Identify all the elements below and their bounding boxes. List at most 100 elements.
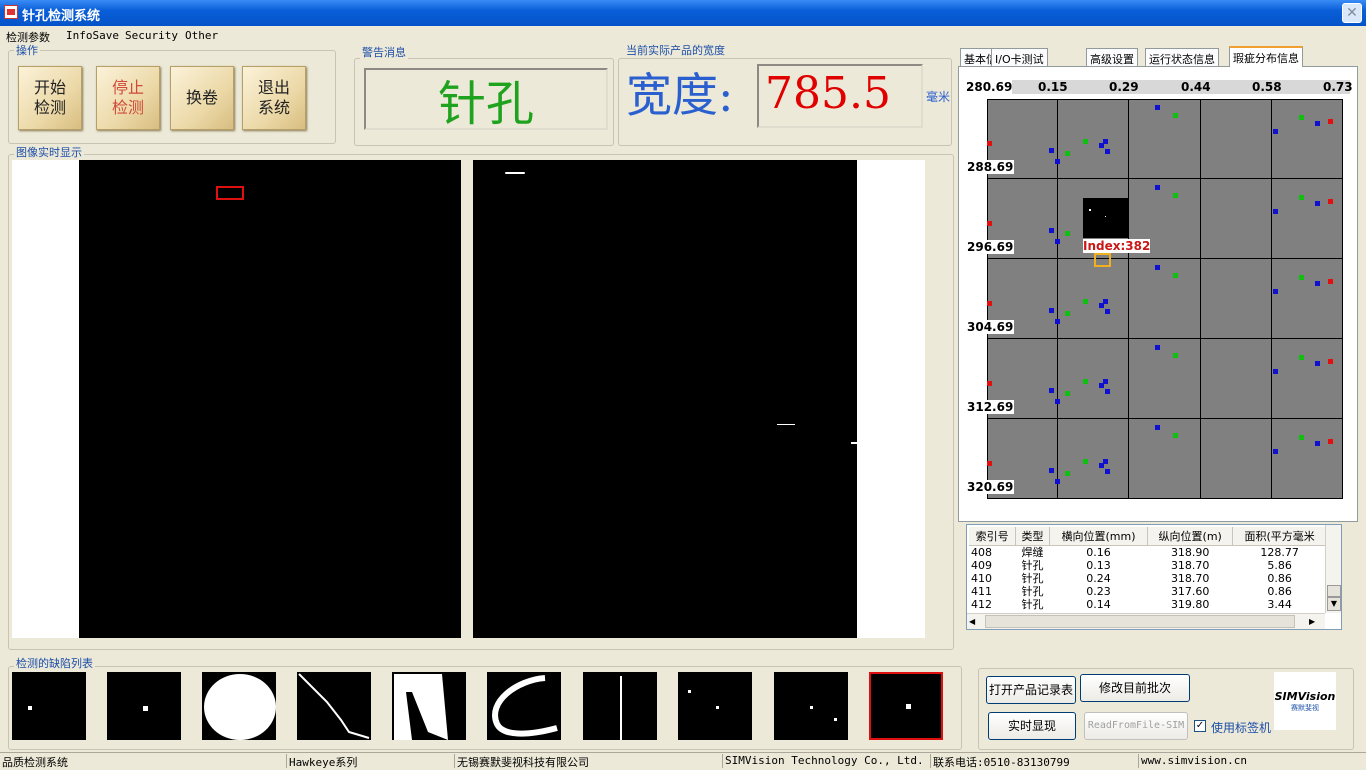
defect-point[interactable] (1173, 353, 1178, 358)
read-from-file-button[interactable]: ReadFromFile-SIM (1084, 712, 1188, 740)
defect-point[interactable] (1299, 435, 1304, 440)
defect-point[interactable] (1155, 185, 1160, 190)
tab-defect-distribution[interactable]: 瑕疵分布信息 (1229, 46, 1303, 67)
start-detect-button[interactable]: 开始 检测 (18, 66, 82, 130)
table-header-cell[interactable]: 横向位置(mm) (1049, 527, 1149, 546)
open-records-button[interactable]: 打开产品记录表 (986, 676, 1076, 704)
defect-point[interactable] (1055, 319, 1060, 324)
defect-thumb-5[interactable] (392, 672, 466, 740)
defect-point[interactable] (1173, 113, 1178, 118)
defect-point[interactable] (1065, 391, 1070, 396)
menu-security[interactable]: Security (125, 29, 178, 42)
defect-thumb-10[interactable] (869, 672, 943, 740)
defect-point[interactable] (1105, 309, 1110, 314)
table-header-cell[interactable]: 纵向位置(m) (1147, 527, 1234, 546)
horizontal-scrollbar[interactable]: ◀ ▶ (967, 613, 1325, 629)
defect-point[interactable] (1049, 388, 1054, 393)
defect-point[interactable] (1055, 159, 1060, 164)
defect-point[interactable] (1049, 228, 1054, 233)
defect-point[interactable] (1105, 149, 1110, 154)
exit-system-button[interactable]: 退出 系统 (242, 66, 306, 130)
defect-point[interactable] (1103, 139, 1108, 144)
table-header-cell[interactable]: 类型 (1015, 527, 1050, 546)
defect-thumb-8[interactable] (678, 672, 752, 740)
defect-point[interactable] (1103, 299, 1108, 304)
menu-other[interactable]: Other (185, 29, 218, 42)
stop-detect-button[interactable]: 停止 检测 (96, 66, 160, 130)
defect-point[interactable] (1049, 468, 1054, 473)
defect-thumb-6[interactable] (487, 672, 561, 740)
defect-point[interactable] (1155, 105, 1160, 110)
modify-batch-button[interactable]: 修改目前批次 (1080, 674, 1190, 702)
defect-point[interactable] (1049, 308, 1054, 313)
use-label-checkbox[interactable]: ✓ (1194, 720, 1206, 732)
scroll-down-arrow[interactable]: ▼ (1327, 597, 1341, 611)
defect-point[interactable] (1105, 389, 1110, 394)
defect-point[interactable] (1273, 449, 1278, 454)
scroll-left-arrow[interactable]: ◀ (969, 615, 983, 628)
defect-point[interactable] (987, 221, 992, 226)
defect-point[interactable] (1155, 425, 1160, 430)
defect-point[interactable] (1105, 469, 1110, 474)
defect-point[interactable] (1328, 119, 1333, 124)
defect-point[interactable] (1065, 311, 1070, 316)
defect-thumb-9[interactable] (774, 672, 848, 740)
defect-point[interactable] (1083, 139, 1088, 144)
defect-point[interactable] (1299, 115, 1304, 120)
scroll-thumb[interactable] (1327, 585, 1341, 597)
defect-point[interactable] (1273, 289, 1278, 294)
defect-point[interactable] (987, 301, 992, 306)
defect-point[interactable] (1173, 193, 1178, 198)
defect-thumb-7[interactable] (583, 672, 657, 740)
defect-thumb-4[interactable] (297, 672, 371, 740)
defect-point[interactable] (1103, 459, 1108, 464)
defect-point[interactable] (1315, 121, 1320, 126)
defect-point[interactable] (987, 381, 992, 386)
table-row[interactable]: 411 针孔 0.23 317.60 0.86 (969, 585, 1327, 598)
defect-point[interactable] (1315, 281, 1320, 286)
defect-point[interactable] (1049, 148, 1054, 153)
defect-point[interactable] (1083, 299, 1088, 304)
tab-advanced-settings[interactable]: 高级设置 (1086, 48, 1138, 66)
defect-point[interactable] (1065, 151, 1070, 156)
table-row[interactable]: 410 针孔 0.24 318.70 0.86 (969, 572, 1327, 585)
defect-point[interactable] (1328, 279, 1333, 284)
defect-point[interactable] (1299, 275, 1304, 280)
realtime-display-button[interactable]: 实时显现 (988, 712, 1076, 740)
defect-thumb-1[interactable] (12, 672, 86, 740)
defect-point[interactable] (1315, 201, 1320, 206)
table-header-cell[interactable]: 面积(平方毫米 (1232, 527, 1327, 546)
scroll-right-arrow[interactable]: ▶ (1309, 615, 1323, 628)
change-roll-button[interactable]: 换卷 (170, 66, 234, 130)
table-row[interactable]: 408 焊缝 0.16 318.90 128.77 (969, 546, 1327, 560)
defect-point[interactable] (1155, 265, 1160, 270)
defect-point[interactable] (1315, 441, 1320, 446)
menu-infosave[interactable]: InfoSave (66, 29, 119, 42)
h-scroll-thumb[interactable] (985, 615, 1295, 628)
defect-point[interactable] (1273, 209, 1278, 214)
defect-point[interactable] (1065, 471, 1070, 476)
defect-point[interactable] (1328, 439, 1333, 444)
menu-detect-params[interactable]: 检测参数 (6, 29, 50, 45)
defect-point[interactable] (1173, 273, 1178, 278)
table-row[interactable]: 409 针孔 0.13 318.70 5.86 (969, 559, 1327, 572)
defect-point[interactable] (1055, 239, 1060, 244)
defect-thumb-3[interactable] (202, 672, 276, 740)
tab-io-card-test[interactable]: I/O卡测试 (991, 48, 1048, 66)
tab-run-status[interactable]: 运行状态信息 (1145, 48, 1219, 66)
defect-point[interactable] (1173, 433, 1178, 438)
defect-point[interactable] (1299, 195, 1304, 200)
table-row[interactable]: 412 针孔 0.14 319.80 3.44 (969, 598, 1327, 611)
defect-point[interactable] (1055, 399, 1060, 404)
defect-point[interactable] (987, 461, 992, 466)
vertical-scrollbar[interactable]: ▼ (1325, 525, 1341, 613)
close-button[interactable]: ✕ (1342, 3, 1362, 23)
defect-point[interactable] (1315, 361, 1320, 366)
defect-point[interactable] (1055, 479, 1060, 484)
defect-point[interactable] (1273, 369, 1278, 374)
defect-point[interactable] (1328, 359, 1333, 364)
defect-point[interactable] (1103, 379, 1108, 384)
table-header-cell[interactable]: 索引号 (969, 527, 1017, 546)
defect-point[interactable] (1299, 355, 1304, 360)
defect-point[interactable] (1083, 379, 1088, 384)
